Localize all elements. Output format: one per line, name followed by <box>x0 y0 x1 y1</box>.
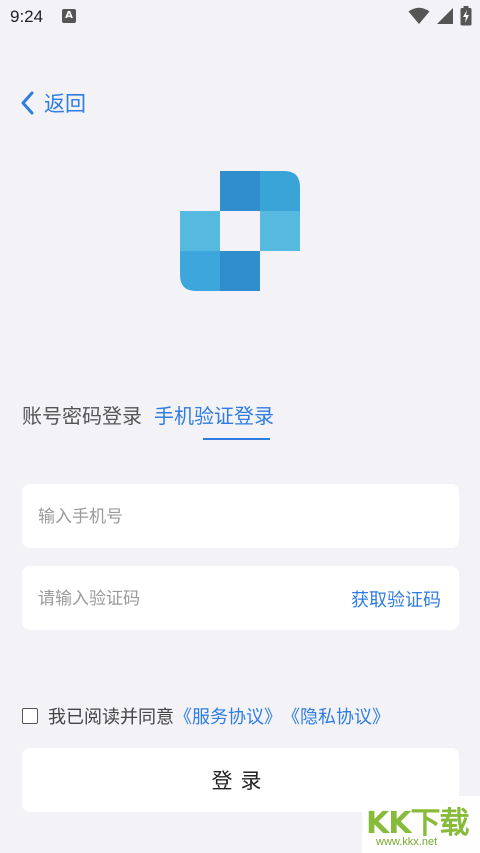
agreement-checkbox[interactable] <box>22 708 38 724</box>
watermark-url: www.kkx.net <box>376 836 438 848</box>
agreement-row: 我已阅读并同意 《服务协议》 《隐私协议》 <box>22 703 390 729</box>
logo-block-top-right <box>260 171 300 211</box>
tab-phone-verify[interactable]: 手机验证登录 <box>154 400 274 429</box>
tab-account-password[interactable]: 账号密码登录 <box>22 400 142 429</box>
service-agreement-link[interactable]: 《服务协议》 <box>174 703 282 729</box>
status-time: 9:24 <box>10 7 44 26</box>
chevron-left-icon <box>21 91 34 115</box>
logo-block-top-left <box>220 171 260 211</box>
privacy-agreement-link[interactable]: 《隐私协议》 <box>282 703 390 729</box>
phone-input[interactable] <box>36 484 440 550</box>
status-icons <box>408 6 472 26</box>
status-bar: 9:24 A <box>0 0 480 34</box>
app-logo <box>180 171 300 291</box>
signal-icon <box>437 8 453 24</box>
notification-a-icon: A <box>62 9 76 23</box>
agreement-text: 我已阅读并同意 <box>48 707 174 728</box>
code-field-container: 获取验证码 <box>22 566 459 632</box>
logo-block-middle-left <box>180 211 220 251</box>
logo-block-bottom-left <box>180 251 220 291</box>
battery-charging-icon <box>460 6 472 26</box>
back-button[interactable]: 返回 <box>20 88 86 118</box>
logo-block-bottom-right <box>220 251 260 291</box>
active-tab-indicator <box>203 438 270 440</box>
kk-watermark: KK下载 www.kkx.net <box>362 796 480 853</box>
login-tabs: 账号密码登录 手机验证登录 <box>22 400 274 429</box>
phone-field-container <box>22 484 459 550</box>
back-label: 返回 <box>44 92 86 116</box>
verification-code-input[interactable] <box>36 566 320 632</box>
wifi-icon <box>408 7 430 24</box>
logo-block-middle-right <box>260 211 300 251</box>
get-code-button[interactable]: 获取验证码 <box>351 586 441 612</box>
